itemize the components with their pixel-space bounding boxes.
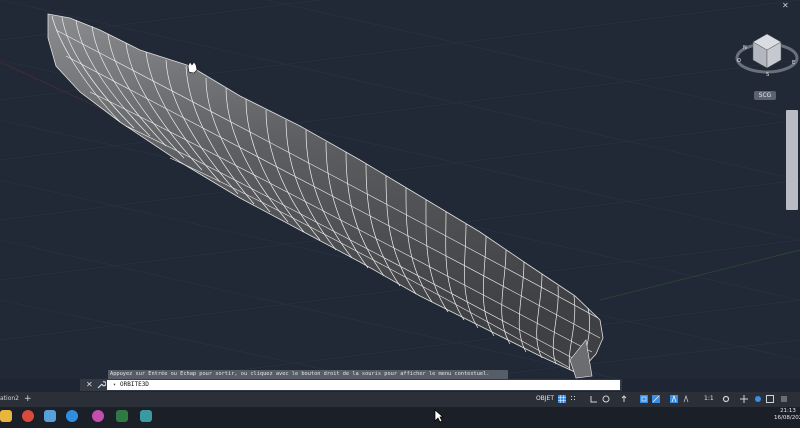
command-history-line: Appuyez sur Entrée ou Echap pour sortir,… <box>108 370 508 379</box>
3d-viewport[interactable]: ✕ N O S E SCG <box>0 0 800 379</box>
navigation-bar[interactable] <box>786 110 798 210</box>
ortho-icon[interactable] <box>590 395 598 403</box>
close-drawing-icon[interactable]: ✕ <box>782 2 790 10</box>
annotation-scale[interactable]: 1:1 <box>704 394 714 404</box>
edge-icon[interactable] <box>66 410 78 422</box>
mouse-pointer-icon <box>434 409 444 423</box>
osnap-icon[interactable] <box>640 395 648 403</box>
otrack-icon[interactable] <box>652 395 660 403</box>
annotation-visibility-icon[interactable] <box>682 395 690 403</box>
command-dropdown-icon[interactable]: ▾ <box>113 382 116 388</box>
app2-icon[interactable] <box>140 410 152 422</box>
model-space-button[interactable]: OBJET <box>534 394 556 404</box>
command-value: ORBITE3D <box>120 381 149 388</box>
snap-icon[interactable] <box>570 395 578 403</box>
isodraft-icon[interactable] <box>620 395 628 403</box>
wcs-menu[interactable]: SCG <box>754 91 776 100</box>
command-input[interactable]: ▾ ORBITE3D <box>107 380 620 390</box>
clock-date: 16/08/2023 <box>774 415 800 421</box>
orbit-hand-cursor <box>187 61 198 74</box>
wrench-icon[interactable] <box>96 380 106 390</box>
file-explorer-icon[interactable] <box>0 410 12 422</box>
viewcube-o: O <box>737 58 741 64</box>
app-icon[interactable] <box>116 410 128 422</box>
viewcube-s: S <box>766 72 769 78</box>
chrome-icon[interactable] <box>22 410 34 422</box>
command-close-icon[interactable]: ✕ <box>86 380 94 390</box>
tab-layout[interactable]: ation2 <box>0 393 19 405</box>
clock-time: 21:13 <box>780 408 796 414</box>
status-bar <box>0 392 800 406</box>
grid-icon[interactable] <box>558 395 566 403</box>
paint-icon[interactable] <box>44 410 56 422</box>
isolate-icon[interactable] <box>740 395 748 403</box>
customize-menu-icon[interactable] <box>780 395 788 403</box>
firefox-icon[interactable] <box>92 410 104 422</box>
viewcube[interactable]: N O S E <box>732 28 800 80</box>
viewcube-n: N <box>743 45 747 51</box>
ship-hull-model[interactable] <box>0 0 800 379</box>
add-layout-button[interactable]: + <box>24 393 32 405</box>
clean-screen-icon[interactable] <box>766 395 774 403</box>
viewcube-e: E <box>792 60 795 66</box>
hardware-accel-icon[interactable] <box>754 395 762 403</box>
annotation-icon[interactable] <box>670 395 678 403</box>
workspace-gear-icon[interactable] <box>722 395 730 403</box>
polar-icon[interactable] <box>602 395 610 403</box>
